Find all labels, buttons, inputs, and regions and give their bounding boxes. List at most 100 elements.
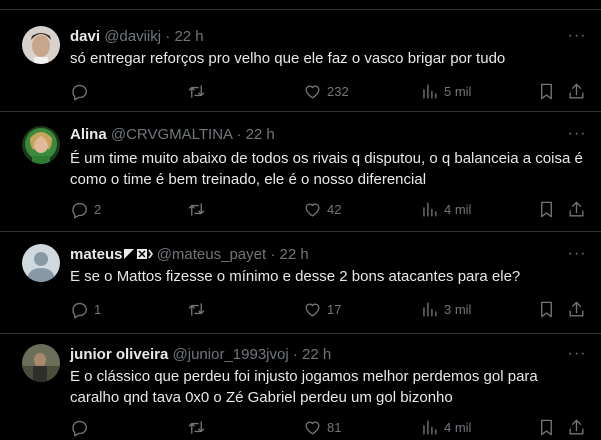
top-divider xyxy=(0,0,601,10)
like-icon xyxy=(305,203,320,217)
view-count: 4 mil xyxy=(444,419,472,435)
views-button[interactable]: 3 mil xyxy=(420,298,471,320)
more-icon[interactable]: ··· xyxy=(567,26,587,46)
retweet-icon xyxy=(188,202,205,216)
user-handle[interactable]: @daviikj xyxy=(104,28,161,45)
tweet[interactable]: junior oliveira @junior_1993jvoj · 22 h … xyxy=(0,334,601,440)
retweet-button[interactable] xyxy=(187,298,211,320)
tweet-text: E o clássico que perdeu foi injusto joga… xyxy=(70,368,538,406)
reply-icon xyxy=(72,84,87,100)
retweet-icon xyxy=(188,420,205,434)
reply-count: 2 xyxy=(94,201,102,217)
avatar[interactable] xyxy=(22,126,60,164)
retweet-button[interactable] xyxy=(187,198,211,220)
retweet-icon xyxy=(188,84,205,98)
separator-dot: · xyxy=(270,246,276,263)
display-name[interactable]: mateus xyxy=(70,246,123,263)
display-name[interactable]: davi xyxy=(70,28,100,45)
like-count: 232 xyxy=(327,83,349,99)
tweet[interactable]: mateus @mateus_payet · 22 h ··· E se o M… xyxy=(0,232,601,334)
action-bar: 81 4 mil xyxy=(70,416,590,438)
tweet[interactable]: Alina @CRVGMALTINA · 22 h ··· É um time … xyxy=(0,112,601,232)
views-icon xyxy=(423,201,437,217)
separator-dot: · xyxy=(165,28,171,45)
tweet-header: davi @daviikj · 22 h xyxy=(70,28,204,45)
reply-icon xyxy=(72,202,87,218)
view-count: 5 mil xyxy=(444,83,472,99)
like-icon xyxy=(305,85,320,99)
bookmark-button[interactable] xyxy=(537,298,556,320)
tweet-text: É um time muito abaixo de todos os rivai… xyxy=(70,150,583,188)
timestamp[interactable]: 22 h xyxy=(280,246,309,263)
share-button[interactable] xyxy=(567,298,586,320)
reply-button[interactable]: 1 xyxy=(70,298,101,320)
view-count: 3 mil xyxy=(444,301,472,317)
avatar[interactable] xyxy=(22,26,60,64)
share-icon xyxy=(569,301,584,317)
bookmark-icon xyxy=(541,201,552,217)
views-icon xyxy=(423,419,437,435)
like-count: 81 xyxy=(327,419,342,435)
avatar[interactable] xyxy=(22,344,60,382)
reply-count: 1 xyxy=(94,301,102,317)
like-button[interactable]: 42 xyxy=(303,198,341,220)
share-icon xyxy=(569,83,584,99)
like-button[interactable]: 17 xyxy=(303,298,341,320)
like-button[interactable]: 81 xyxy=(303,416,341,438)
timestamp[interactable]: 22 h xyxy=(246,126,275,143)
tweet-header: mateus @mateus_payet · 22 h xyxy=(70,246,309,265)
user-handle[interactable]: @mateus_payet xyxy=(157,246,266,263)
like-icon xyxy=(305,421,320,435)
views-button[interactable]: 4 mil xyxy=(420,198,471,220)
bookmark-icon xyxy=(541,301,552,317)
retweet-button[interactable] xyxy=(187,80,211,102)
separator-dot: · xyxy=(236,126,242,143)
tweet-text: E se o Mattos fizesse o mínimo e desse 2… xyxy=(70,268,521,285)
reply-button[interactable] xyxy=(70,80,94,102)
reply-button[interactable] xyxy=(70,416,94,438)
tweet-header: junior oliveira @junior_1993jvoj · 22 h xyxy=(70,346,331,363)
reply-icon xyxy=(72,420,87,436)
action-bar: 2 42 4 mil xyxy=(70,198,590,220)
tweet[interactable]: davi @daviikj · 22 h ··· só entregar ref… xyxy=(0,10,601,112)
user-handle[interactable]: @CRVGMALTINA xyxy=(111,126,232,143)
more-icon[interactable]: ··· xyxy=(567,124,587,144)
tweet-text: só entregar reforços pro velho que ele f… xyxy=(70,50,506,67)
action-bar: 232 5 mil xyxy=(70,80,590,102)
timestamp[interactable]: 22 h xyxy=(174,28,203,45)
views-icon xyxy=(423,83,437,99)
views-button[interactable]: 4 mil xyxy=(420,416,471,438)
share-button[interactable] xyxy=(567,80,586,102)
like-icon xyxy=(305,303,320,317)
timestamp[interactable]: 22 h xyxy=(302,346,331,363)
views-icon xyxy=(423,301,437,317)
like-button[interactable]: 232 xyxy=(303,80,349,102)
reply-icon xyxy=(72,302,87,318)
display-name[interactable]: junior oliveira xyxy=(70,346,168,363)
more-icon[interactable]: ··· xyxy=(567,244,587,264)
like-count: 42 xyxy=(327,201,342,217)
views-button[interactable]: 5 mil xyxy=(420,80,471,102)
bookmark-button[interactable] xyxy=(537,198,556,220)
share-button[interactable] xyxy=(567,198,586,220)
bookmark-button[interactable] xyxy=(537,80,556,102)
view-count: 4 mil xyxy=(444,201,472,217)
flag-emoji-icon xyxy=(123,247,153,265)
separator-dot: · xyxy=(292,346,298,363)
tweet-header: Alina @CRVGMALTINA · 22 h xyxy=(70,126,275,143)
display-name[interactable]: Alina xyxy=(70,126,107,143)
more-icon[interactable]: ··· xyxy=(567,344,587,364)
like-count: 17 xyxy=(327,301,342,317)
bookmark-icon xyxy=(541,83,552,99)
action-bar: 1 17 3 mil xyxy=(70,298,590,320)
avatar[interactable] xyxy=(22,244,60,282)
bookmark-button[interactable] xyxy=(537,416,556,438)
retweet-button[interactable] xyxy=(187,416,211,438)
reply-button[interactable]: 2 xyxy=(70,198,101,220)
share-button[interactable] xyxy=(567,416,586,438)
user-handle[interactable]: @junior_1993jvoj xyxy=(173,346,289,363)
retweet-icon xyxy=(188,302,205,316)
share-icon xyxy=(569,201,584,217)
share-icon xyxy=(569,419,584,435)
bookmark-icon xyxy=(541,419,552,435)
